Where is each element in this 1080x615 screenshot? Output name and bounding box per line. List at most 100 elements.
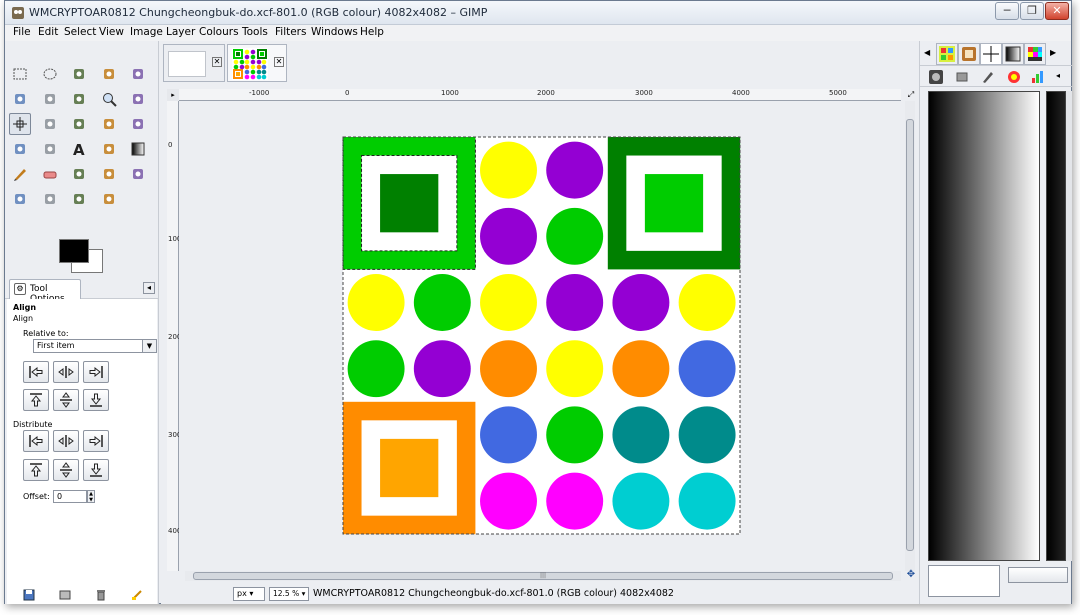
menu-select[interactable]: Select — [64, 26, 96, 38]
canvas-circle[interactable] — [480, 340, 537, 398]
canvas-circle[interactable] — [480, 207, 537, 265]
align-right-button[interactable] — [83, 361, 109, 383]
edit-gradient-button[interactable] — [1008, 567, 1068, 583]
free-select-icon[interactable] — [68, 63, 90, 85]
tab-menu-icon[interactable]: ◂ — [143, 282, 155, 294]
eraser-icon[interactable] — [39, 163, 61, 185]
horizontal-scrollbar[interactable]: ||| — [185, 571, 901, 581]
menu-image[interactable]: Image — [130, 26, 163, 38]
align-icon[interactable] — [9, 113, 31, 135]
menu-layer[interactable]: Layer — [166, 26, 195, 38]
airbrush-icon[interactable] — [68, 163, 90, 185]
tab-gradients[interactable] — [980, 43, 1002, 65]
menu-file[interactable]: File — [13, 26, 31, 38]
color-picker-icon[interactable] — [68, 88, 90, 110]
close-icon[interactable]: ✕ — [212, 57, 222, 67]
offset-spinner[interactable]: ▲ ▼ — [87, 490, 95, 503]
canvas-circle[interactable] — [480, 141, 537, 199]
align-center-button[interactable] — [53, 361, 79, 383]
vertical-scrollbar[interactable] — [905, 101, 915, 571]
image-tab-blank[interactable]: ✕ — [163, 44, 225, 82]
minimize-button[interactable]: ─ — [995, 2, 1019, 20]
menu-view[interactable]: View — [99, 26, 124, 38]
canvas-circle[interactable] — [480, 472, 537, 530]
offset-field[interactable]: 0 — [53, 490, 87, 503]
chevron-down-icon[interactable]: ▼ — [142, 340, 156, 352]
bucket-fill-icon[interactable] — [98, 138, 120, 160]
tab-palettes[interactable] — [1002, 43, 1024, 65]
image-tab-active[interactable]: ✕ — [227, 44, 287, 82]
fg-bg-colors[interactable] — [57, 239, 109, 275]
rotate-icon[interactable] — [68, 113, 90, 135]
text-icon[interactable]: A — [68, 138, 90, 160]
tab-scroll-left-icon[interactable]: ◀ — [924, 48, 930, 57]
unit-select[interactable]: px ▾ — [233, 587, 265, 601]
align-middle-button[interactable] — [53, 389, 79, 411]
clone-icon[interactable] — [127, 163, 149, 185]
orange-square[interactable] — [343, 401, 476, 535]
align-top-button[interactable] — [23, 389, 49, 411]
tab-patterns[interactable] — [936, 43, 958, 65]
tab-scroll-right-icon[interactable]: ▶ — [1050, 48, 1056, 57]
close-button[interactable]: ✕ — [1045, 2, 1069, 20]
foreground-select-icon[interactable] — [9, 88, 31, 110]
canvas-circle[interactable] — [347, 274, 405, 331]
vertical-ruler[interactable]: 0 1000 2000 3000 4000 — [167, 101, 186, 571]
canvas-circle[interactable] — [612, 472, 670, 530]
canvas-circle[interactable] — [480, 406, 537, 464]
menu-tools[interactable]: Tools — [242, 26, 268, 38]
canvas-circle[interactable] — [678, 472, 736, 530]
blend-icon[interactable] — [127, 138, 149, 160]
distribute-middle-button[interactable] — [53, 459, 79, 481]
align-left-button[interactable] — [23, 361, 49, 383]
delete-options-icon[interactable] — [95, 589, 107, 601]
shear-icon[interactable] — [127, 113, 149, 135]
canvas-circle[interactable] — [413, 274, 471, 331]
vertical-scroll-thumb[interactable] — [906, 119, 914, 551]
canvas-circle[interactable] — [678, 274, 736, 331]
canvas-circle[interactable] — [546, 472, 604, 530]
canvas-circle[interactable] — [546, 207, 604, 265]
tab-fonts[interactable] — [1024, 43, 1046, 65]
canvas-circle[interactable] — [546, 340, 604, 398]
menu-colours[interactable]: Colours — [199, 26, 239, 38]
canvas-circle[interactable] — [678, 406, 736, 464]
reset-options-icon[interactable] — [131, 589, 143, 601]
paths-icon[interactable] — [39, 88, 61, 110]
horizontal-ruler[interactable]: -1000 0 1000 2000 3000 4000 5000 — [179, 89, 901, 101]
rect-select-icon[interactable] — [9, 63, 31, 85]
distribute-left-button[interactable] — [23, 430, 49, 452]
align-bottom-button[interactable] — [83, 389, 109, 411]
layers-icon[interactable] — [928, 69, 944, 85]
channels-icon[interactable] — [954, 69, 970, 85]
ink-icon[interactable] — [98, 163, 120, 185]
fuzzy-select-icon[interactable] — [98, 63, 120, 85]
zoom-icon[interactable] — [98, 88, 120, 110]
dodge-burn-icon[interactable] — [98, 188, 120, 210]
menu-filters[interactable]: Filters — [275, 26, 306, 38]
zoom-image-icon[interactable]: ⤢ — [905, 89, 917, 101]
colormap-icon[interactable] — [1006, 69, 1022, 85]
flip-icon[interactable] — [9, 138, 31, 160]
paintbrush-icon[interactable] — [9, 163, 31, 185]
zoom-select[interactable]: 12.5 % ▾ — [269, 587, 309, 601]
save-options-icon[interactable] — [23, 589, 35, 601]
canvas-circle[interactable] — [413, 340, 471, 398]
menu-windows[interactable]: Windows — [311, 26, 358, 38]
canvas-view[interactable] — [179, 101, 901, 571]
smudge-icon[interactable] — [68, 188, 90, 210]
canvas-circle[interactable] — [546, 141, 604, 199]
distribute-top-button[interactable] — [23, 459, 49, 481]
horizontal-scroll-thumb[interactable]: ||| — [193, 572, 893, 580]
canvas-circle[interactable] — [612, 274, 670, 331]
canvas-circle[interactable] — [546, 274, 604, 331]
canvas-circle[interactable] — [480, 274, 537, 331]
relative-to-select[interactable]: First item ▼ — [33, 339, 157, 353]
dock-scrollbar[interactable] — [1066, 91, 1072, 561]
by-color-select-icon[interactable] — [127, 63, 149, 85]
measure-icon[interactable] — [127, 88, 149, 110]
menu-help[interactable]: Help — [360, 26, 384, 38]
tab-brushes[interactable] — [958, 43, 980, 65]
canvas-circle[interactable] — [347, 340, 405, 398]
blur-icon[interactable] — [39, 188, 61, 210]
